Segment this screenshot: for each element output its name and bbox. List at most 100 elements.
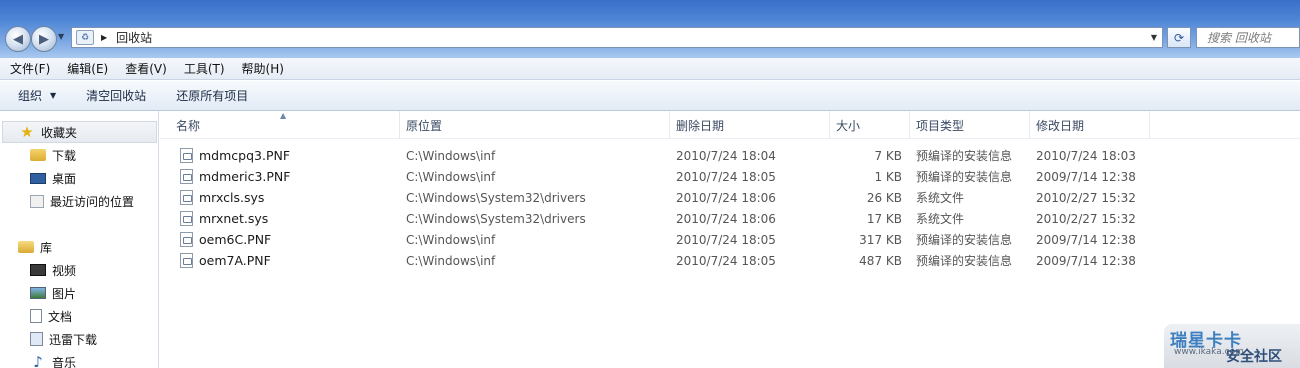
file-name: oem6C.PNF [199,232,272,247]
file-size: 1 KB [874,169,902,184]
file-name-cell: mrxcls.sys [180,187,264,208]
menu-edit[interactable]: 编辑(E) [57,60,115,77]
file-date-deleted: 2010/7/24 18:05 [676,169,776,184]
menu-help[interactable]: 帮助(H) [232,60,291,77]
table-row[interactable]: mdmcpq3.PNF C:\Windows\inf 2010/7/24 18:… [160,145,1300,166]
address-bar[interactable]: ♻ ▶ 回收站 ▼ [71,27,1163,48]
file-location: C:\Windows\inf [406,169,496,184]
menu-file[interactable]: 文件(F) [0,60,57,77]
table-row[interactable]: oem6C.PNF C:\Windows\inf 2010/7/24 18:05… [160,229,1300,250]
column-name-label: 名称 [176,118,201,133]
column-size[interactable]: 大小 [830,111,910,139]
back-arrow-icon: ◀ [13,31,23,47]
recent-pages-dropdown-icon[interactable]: ▼ [58,32,64,41]
file-name-cell: mdmeric3.PNF [180,166,290,187]
refresh-button[interactable]: ⟳ [1167,27,1191,48]
breadcrumb-arrow-icon[interactable]: ▶ [101,33,107,42]
file-list: ▲ 名称 原位置 删除日期 大小 项目类型 修改日期 mdmcpq3.PNF C… [160,111,1300,368]
file-name-cell: oem6C.PNF [180,229,271,250]
search-placeholder: 搜索 回收站 [1207,31,1271,45]
recent-places-icon [30,194,44,208]
file-name: oem7A.PNF [199,253,271,268]
sidebar-item-label: 迅雷下载 [49,332,98,347]
table-row[interactable]: oem7A.PNF C:\Windows\inf 2010/7/24 18:05… [160,250,1300,271]
sidebar-item-desktop[interactable]: 桌面 [30,168,76,188]
table-row[interactable]: mrxcls.sys C:\Windows\System32\drivers 2… [160,187,1300,208]
setup-file-icon [180,232,193,247]
column-date-deleted[interactable]: 删除日期 [670,111,830,139]
file-location: C:\Windows\System32\drivers [406,211,586,226]
column-modified-label: 修改日期 [1036,118,1085,133]
file-date-modified: 2010/2/27 15:32 [1036,211,1136,226]
organize-button[interactable]: 组织 ▼ [0,87,56,104]
sidebar-item-recent-places[interactable]: 最近访问的位置 [30,191,134,211]
xunlei-icon [30,332,43,346]
column-item-type[interactable]: 项目类型 [910,111,1030,139]
picture-icon [30,287,46,299]
sidebar-item-libraries[interactable]: 库 [18,237,52,257]
file-size: 17 KB [866,211,902,226]
menu-bar: 文件(F) 编辑(E) 查看(V) 工具(T) 帮助(H) [0,58,1300,80]
file-location: C:\Windows\inf [406,148,496,163]
file-name: mdmeric3.PNF [199,169,291,184]
sidebar-item-videos[interactable]: 视频 [30,260,76,280]
libraries-label: 库 [40,240,53,255]
file-name: mrxnet.sys [199,211,269,226]
setup-file-icon [180,169,193,184]
empty-recycle-bin-label: 清空回收站 [86,89,147,103]
sidebar-item-label: 桌面 [52,171,77,186]
column-date-modified[interactable]: 修改日期 [1030,111,1150,139]
file-date-deleted: 2010/7/24 18:06 [676,190,776,205]
sidebar-item-label: 下载 [52,148,77,163]
file-name: mdmcpq3.PNF [199,148,291,163]
file-location: C:\Windows\inf [406,232,496,247]
star-icon: ★ [20,123,34,141]
column-original-location[interactable]: 原位置 [400,111,670,139]
sidebar-item-label: 最近访问的位置 [50,194,135,209]
back-button[interactable]: ◀ [5,26,31,52]
empty-recycle-bin-button[interactable]: 清空回收站 [68,87,146,104]
navigation-pane: ★ 收藏夹 下载 桌面 最近访问的位置 库 视频 图片 文档 迅雷下载 ♪ 音乐 [0,111,159,368]
setup-file-icon [180,253,193,268]
music-icon: ♪ [33,353,43,368]
restore-all-button[interactable]: 还原所有项目 [158,87,248,104]
search-input[interactable]: 搜索 回收站 [1196,27,1300,48]
menu-view[interactable]: 查看(V) [115,60,174,77]
favorites-label: 收藏夹 [41,125,78,140]
sidebar-item-downloads[interactable]: 下载 [30,145,76,165]
download-folder-icon [30,149,46,161]
column-name[interactable]: 名称 [170,111,400,139]
sidebar-item-xunlei[interactable]: 迅雷下载 [30,329,97,349]
refresh-icon: ⟳ [1173,30,1185,45]
file-size: 317 KB [859,232,902,247]
file-date-modified: 2009/7/14 12:38 [1036,169,1136,184]
sidebar-item-label: 文档 [48,309,73,324]
forward-button[interactable]: ▶ [31,26,57,52]
sidebar-item-documents[interactable]: 文档 [30,306,72,326]
table-row[interactable]: mdmeric3.PNF C:\Windows\inf 2010/7/24 18… [160,166,1300,187]
file-size: 7 KB [874,148,902,163]
watermark-community: 安全社区 [1226,349,1282,365]
menu-tools[interactable]: 工具(T) [174,60,232,77]
address-path[interactable]: 回收站 [116,29,152,46]
sidebar-item-favorites[interactable]: ★ 收藏夹 [2,121,157,143]
watermark-logo: 瑞星卡卡 www.ikaka.com 安全社区 [1164,324,1300,368]
address-dropdown-icon[interactable]: ▼ [1146,33,1162,42]
restore-all-label: 还原所有项目 [176,89,249,103]
file-size: 26 KB [866,190,902,205]
document-icon [30,309,42,323]
file-date-deleted: 2010/7/24 18:05 [676,232,776,247]
file-name: mrxcls.sys [199,190,265,205]
column-location-label: 原位置 [406,118,443,133]
file-type: 预编译的安装信息 [916,254,1013,268]
system-file-icon [180,211,193,226]
file-date-modified: 2009/7/14 12:38 [1036,232,1136,247]
column-size-label: 大小 [836,118,861,133]
sidebar-item-label: 音乐 [52,355,77,368]
organize-label: 组织 [18,89,43,103]
column-headers: ▲ 名称 原位置 删除日期 大小 项目类型 修改日期 [160,111,1300,139]
sidebar-item-pictures[interactable]: 图片 [30,283,76,303]
file-type: 系统文件 [916,191,965,205]
table-row[interactable]: mrxnet.sys C:\Windows\System32\drivers 2… [160,208,1300,229]
sidebar-item-music[interactable]: ♪ 音乐 [30,352,76,368]
